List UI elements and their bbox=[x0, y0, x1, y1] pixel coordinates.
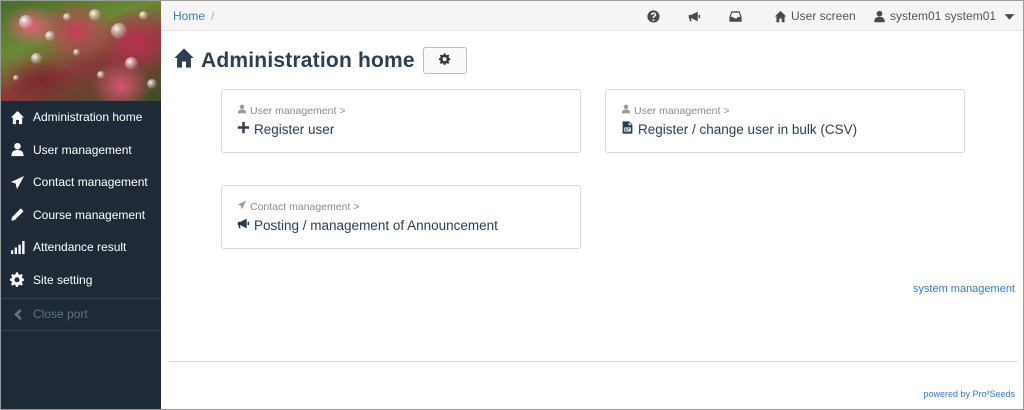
user-icon bbox=[621, 104, 634, 117]
user-icon bbox=[9, 142, 25, 158]
sidebar-item-label: Site setting bbox=[33, 272, 93, 287]
card-link-label: Register / change user in bulk (CSV) bbox=[638, 121, 858, 137]
topbar: Home / User screen system01 system01 bbox=[161, 1, 1023, 31]
sidebar-item-label: User management bbox=[33, 142, 132, 157]
inbox-icon bbox=[727, 8, 743, 24]
home-icon bbox=[9, 109, 25, 125]
card-category-suffix: > bbox=[339, 104, 346, 117]
card-category-suffix: > bbox=[723, 104, 730, 117]
sidebar-item-label: Attendance result bbox=[33, 240, 127, 255]
user-name-label: system01 system01 bbox=[890, 9, 997, 23]
card-link[interactable]: Posting / management of Announcement bbox=[237, 217, 580, 233]
card-bulk-register-csv[interactable]: User management > Register / change user… bbox=[605, 89, 965, 153]
paper-plane-icon bbox=[9, 174, 25, 190]
help-button[interactable] bbox=[645, 8, 661, 24]
home-icon bbox=[772, 8, 788, 24]
card-category-suffix: > bbox=[353, 200, 360, 213]
card-category: User management > bbox=[621, 104, 964, 117]
gear-icon bbox=[438, 52, 451, 70]
user-screen-button[interactable]: User screen bbox=[772, 8, 856, 24]
footer-divider bbox=[169, 361, 1017, 362]
sidebar: Administration home User management Cont… bbox=[1, 1, 161, 409]
sidebar-item-attendance-result[interactable]: Attendance result bbox=[1, 231, 161, 264]
system-management-link[interactable]: system management bbox=[913, 283, 1015, 295]
powered-by-link[interactable]: powered by Pro³Seeds bbox=[923, 389, 1015, 399]
announcement-button[interactable] bbox=[686, 8, 702, 24]
home-icon bbox=[173, 47, 195, 74]
card-link-label: Posting / management of Announcement bbox=[254, 217, 498, 233]
help-icon bbox=[645, 8, 661, 24]
user-icon bbox=[871, 8, 887, 24]
card-category-label: User management bbox=[250, 104, 337, 117]
card-category: Contact management > bbox=[237, 200, 580, 213]
caret-down-icon bbox=[1001, 8, 1017, 24]
settings-button[interactable] bbox=[422, 47, 467, 74]
megaphone-icon bbox=[686, 8, 702, 24]
user-screen-label: User screen bbox=[791, 9, 856, 23]
card-link-label: Register user bbox=[254, 121, 335, 137]
sidebar-item-administration-home[interactable]: Administration home bbox=[1, 101, 161, 134]
sidebar-item-course-management[interactable]: Course management bbox=[1, 199, 161, 232]
breadcrumb-separator: / bbox=[211, 8, 215, 23]
card-category: User management > bbox=[237, 104, 580, 117]
card-register-user[interactable]: User management > Register user bbox=[221, 89, 581, 153]
sidebar-item-label: Course management bbox=[33, 207, 146, 222]
bar-chart-icon bbox=[9, 239, 25, 255]
user-icon bbox=[237, 104, 250, 117]
card-link[interactable]: Register user bbox=[237, 121, 580, 137]
sidebar-item-user-management[interactable]: User management bbox=[1, 134, 161, 167]
user-menu-dropdown[interactable]: system01 system01 bbox=[871, 8, 1017, 24]
page-title: Administration home bbox=[201, 48, 415, 72]
chevron-left-icon bbox=[9, 306, 25, 322]
sidebar-item-contact-management[interactable]: Contact management bbox=[1, 166, 161, 199]
sidebar-item-site-setting[interactable]: Site setting bbox=[1, 264, 161, 297]
page-header: Administration home bbox=[173, 47, 467, 74]
card-announcement[interactable]: Contact management > Posting / managemen… bbox=[221, 185, 581, 249]
sidebar-item-label: Administration home bbox=[33, 110, 143, 125]
inbox-button[interactable] bbox=[727, 8, 743, 24]
sidebar-hero-image bbox=[1, 1, 161, 101]
gear-icon bbox=[9, 272, 25, 288]
pencil-icon bbox=[9, 207, 25, 223]
sidebar-item-label: Contact management bbox=[33, 175, 148, 190]
card-link[interactable]: Register / change user in bulk (CSV) bbox=[621, 121, 964, 137]
close-port-button[interactable]: Close port bbox=[1, 298, 161, 331]
close-port-label: Close port bbox=[33, 307, 88, 322]
card-category-label: Contact management bbox=[250, 200, 351, 213]
sidebar-nav: Administration home User management Cont… bbox=[1, 101, 161, 331]
csv-file-icon bbox=[621, 121, 638, 137]
card-category-label: User management bbox=[634, 104, 721, 117]
paper-plane-icon bbox=[237, 200, 250, 213]
megaphone-icon bbox=[237, 217, 254, 233]
plus-icon bbox=[237, 121, 254, 137]
breadcrumb: Home / bbox=[161, 9, 214, 23]
breadcrumb-home-link[interactable]: Home bbox=[173, 9, 205, 23]
